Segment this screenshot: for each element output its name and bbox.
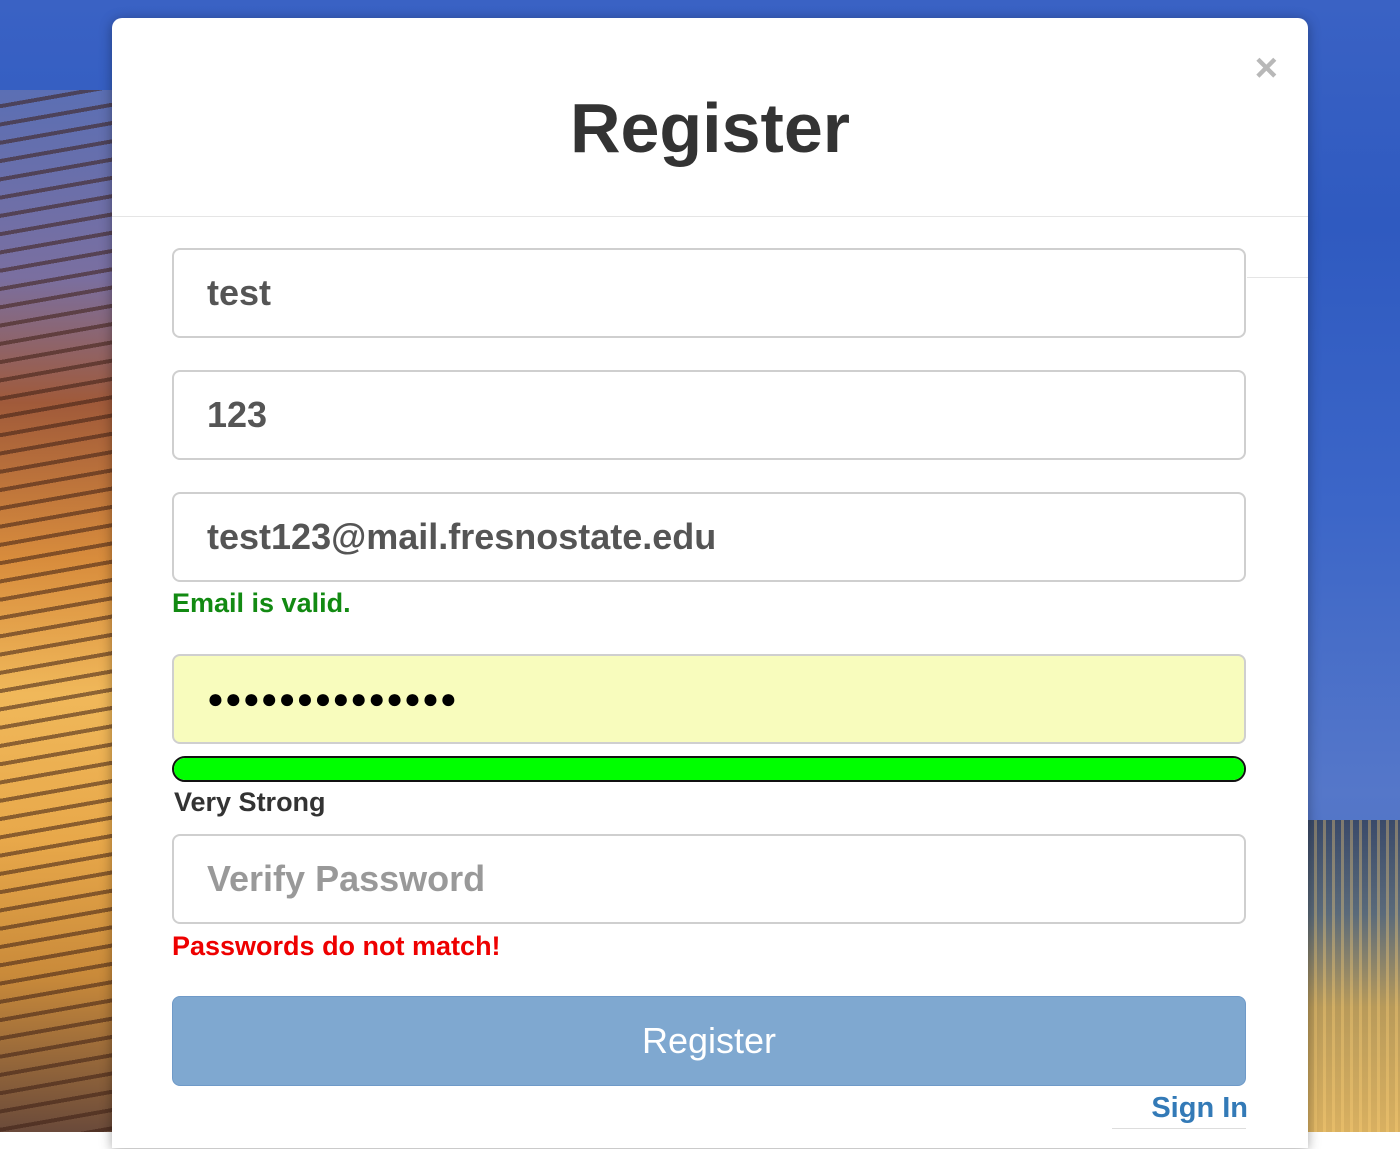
register-button[interactable]: Register: [172, 996, 1246, 1086]
password-strength-meter: [172, 756, 1246, 782]
body-divider: [1247, 277, 1308, 278]
password-field[interactable]: ●●●●●●●●●●●●●●: [172, 654, 1246, 744]
password-strength-fill: [174, 758, 1244, 780]
password-strength-label: Very Strong: [174, 787, 326, 817]
background-building-left: [0, 90, 120, 1132]
second-text-field[interactable]: [172, 370, 1246, 460]
first-text-field[interactable]: [172, 248, 1246, 338]
modal-header: Register ×: [112, 18, 1308, 217]
email-status-message: Email is valid.: [172, 588, 351, 618]
modal-title: Register: [569, 89, 851, 167]
verify-password-field[interactable]: [172, 834, 1246, 924]
password-mismatch-message: Passwords do not match!: [172, 931, 501, 961]
footer-edge: [1112, 1128, 1246, 1149]
register-modal: Register × Email is valid. ●●●●●●●●●●●●●…: [112, 18, 1308, 1148]
close-icon[interactable]: ×: [1255, 48, 1278, 88]
email-field[interactable]: [172, 492, 1246, 582]
background-building-right: [1305, 820, 1400, 1132]
sign-in-link[interactable]: Sign In: [1151, 1091, 1248, 1125]
